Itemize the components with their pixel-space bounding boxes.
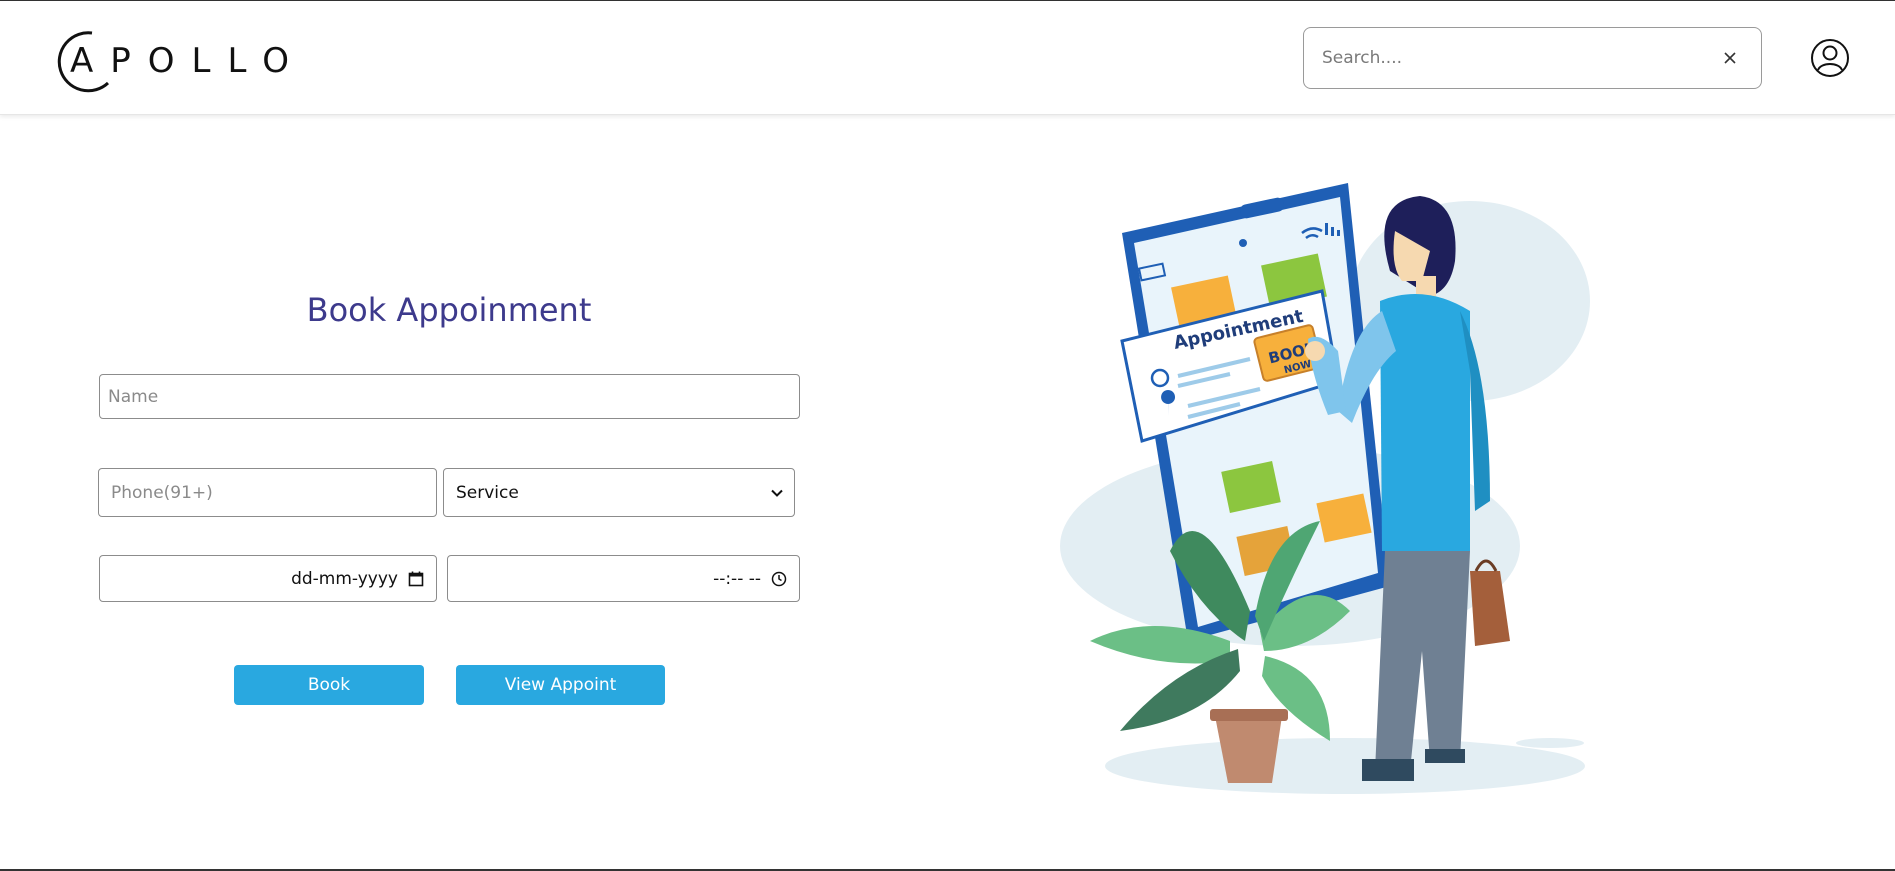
view-appointment-button[interactable]: View Appoint <box>456 665 665 705</box>
time-input[interactable]: --:-- -- <box>447 555 800 602</box>
page: APOLLO Book Appoinment Service dd-mm-yyy… <box>0 0 1895 871</box>
search-input[interactable] <box>1322 28 1702 88</box>
booking-illustration: Appointment BOOK NOW <box>1060 183 1590 794</box>
chevron-down-icon <box>771 489 783 497</box>
calendar-icon[interactable] <box>408 571 424 587</box>
ground-shadow <box>1105 738 1585 794</box>
page-title: Book Appoinment <box>306 291 592 329</box>
phone-input[interactable] <box>99 469 436 516</box>
name-input[interactable] <box>100 375 799 418</box>
name-field <box>99 374 800 419</box>
service-select-value: Service <box>456 482 519 503</box>
close-icon[interactable] <box>1719 47 1741 69</box>
apollo-logo[interactable]: APOLLO <box>52 27 289 93</box>
book-button[interactable]: Book <box>234 665 424 705</box>
clock-icon[interactable] <box>771 571 787 587</box>
time-placeholder: --:-- -- <box>713 568 761 589</box>
date-input[interactable]: dd-mm-yyyy <box>99 555 437 602</box>
phone-field <box>98 468 437 517</box>
date-placeholder: dd-mm-yyyy <box>291 568 398 589</box>
logo-text: APOLLO <box>70 41 306 81</box>
service-select[interactable]: Service <box>443 468 795 517</box>
ground-shadow <box>1516 738 1584 748</box>
top-navbar: APOLLO <box>0 1 1895 115</box>
user-circle-icon[interactable] <box>1810 38 1850 78</box>
search-box <box>1303 27 1762 89</box>
